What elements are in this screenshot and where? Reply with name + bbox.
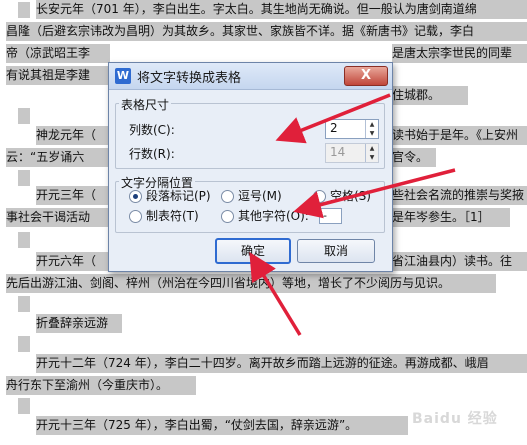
baidu-watermark: Baidu 经验	[412, 411, 498, 427]
doc-line: 舟行东下至渝州（今重庆市）。	[6, 376, 196, 395]
radio-other-char[interactable]: 其他字符(O):	[221, 208, 309, 224]
radio-comma[interactable]: 逗号(M)	[221, 188, 282, 204]
rows-value: 14	[330, 145, 346, 159]
doc-line: 官令。	[392, 148, 436, 167]
doc-line: 开元六年（	[36, 252, 108, 271]
paragraph-mark	[18, 296, 30, 312]
columns-value: 2	[330, 121, 338, 135]
heading-line: 折叠辞亲远游	[36, 314, 122, 333]
doc-line: 开元三年（	[36, 186, 108, 205]
spin-up-icon: ▲	[369, 145, 375, 152]
radio-tab[interactable]: 制表符(T)	[129, 208, 199, 224]
spin-down-icon: ▼	[369, 154, 375, 161]
ok-button[interactable]: 确定	[215, 238, 291, 264]
radio-icon[interactable]	[129, 210, 142, 223]
paragraph-mark	[18, 170, 30, 186]
doc-line: 省江油县内）读书。往	[392, 252, 527, 271]
rows-spin-arrows: ▲ ▼	[365, 144, 378, 162]
radio-paragraph-mark[interactable]: 段落标记(P)	[129, 188, 211, 204]
dialog-title: 将文字转换成表格	[137, 71, 242, 86]
close-button[interactable]: X	[344, 66, 388, 86]
cancel-button[interactable]: 取消	[297, 239, 375, 263]
doc-line: 开元十二年（724 年），李白二十四岁。离开故乡而踏上远游的征途。再游成都、峨眉	[36, 354, 527, 373]
table-size-legend: 表格尺寸	[119, 96, 172, 113]
radio-space[interactable]: 空格(S)	[313, 188, 371, 204]
spin-up-icon[interactable]: ▲	[366, 120, 378, 129]
radio-label: 段落标记(P)	[146, 189, 211, 203]
radio-icon[interactable]	[221, 210, 234, 223]
paragraph-mark	[18, 336, 30, 352]
dialog-titlebar[interactable]: W 将文字转换成表格 X	[109, 63, 392, 90]
doc-line: 云：“五岁诵六	[6, 148, 108, 167]
doc-line: 住城郡。	[392, 86, 468, 105]
wps-app-icon: W	[115, 68, 131, 84]
paragraph-mark	[18, 2, 30, 18]
columns-spinner[interactable]: 2 ▲ ▼	[325, 119, 379, 139]
rows-label: 行数(R):	[129, 147, 175, 161]
radio-icon[interactable]	[313, 190, 326, 203]
radio-icon[interactable]	[221, 190, 234, 203]
convert-text-to-table-dialog: W 将文字转换成表格 X 表格尺寸 列数(C): 2 ▲ ▼ 行数(R): 14…	[108, 62, 393, 272]
radio-label: 制表符(T)	[146, 209, 199, 223]
radio-label: 空格(S)	[330, 189, 371, 203]
doc-line: 是唐太宗李世民的同辈	[392, 44, 527, 63]
paragraph-mark	[18, 232, 30, 248]
columns-spin-arrows[interactable]: ▲ ▼	[365, 120, 378, 138]
doc-line: 开元十三年（725 年），李白出蜀，“仗剑去国，辞亲远游”。	[36, 416, 408, 435]
radio-label: 逗号(M)	[238, 189, 282, 203]
doc-line: 读书始于是年。《上安州	[392, 126, 527, 145]
doc-line: 帝（凉武昭王李	[6, 44, 110, 63]
doc-line: 先后出游江油、剑阁、梓州（州治在今四川省境内）等地，增长了不少阅历与见识。	[6, 274, 496, 293]
rows-spinner: 14 ▲ ▼	[325, 143, 379, 163]
doc-line: 些社会名流的推崇与奖掖	[392, 186, 527, 205]
doc-line: 是年岑参生。［1］	[392, 208, 510, 227]
radio-checked-icon[interactable]	[129, 190, 142, 203]
doc-line: 长安元年（701 年），李白出生。字太白。其生地尚无确说。但一般认为唐剑南道绵	[36, 0, 527, 19]
paragraph-mark	[18, 108, 30, 124]
doc-line: 昌隆（后避玄宗讳改为昌明）为其故乡。其家世、家族皆不详。据《新唐书》记载，李白	[6, 22, 527, 41]
other-char-input[interactable]: -	[319, 208, 342, 224]
doc-line: 有说其祖是李建	[6, 66, 110, 85]
spin-down-icon[interactable]: ▼	[366, 129, 378, 138]
radio-label: 其他字符(O):	[238, 209, 309, 223]
doc-line: 神龙元年（	[36, 126, 108, 145]
columns-label: 列数(C):	[129, 123, 175, 137]
paragraph-mark	[18, 398, 30, 414]
doc-line: 事社会干谒活动	[6, 208, 108, 227]
